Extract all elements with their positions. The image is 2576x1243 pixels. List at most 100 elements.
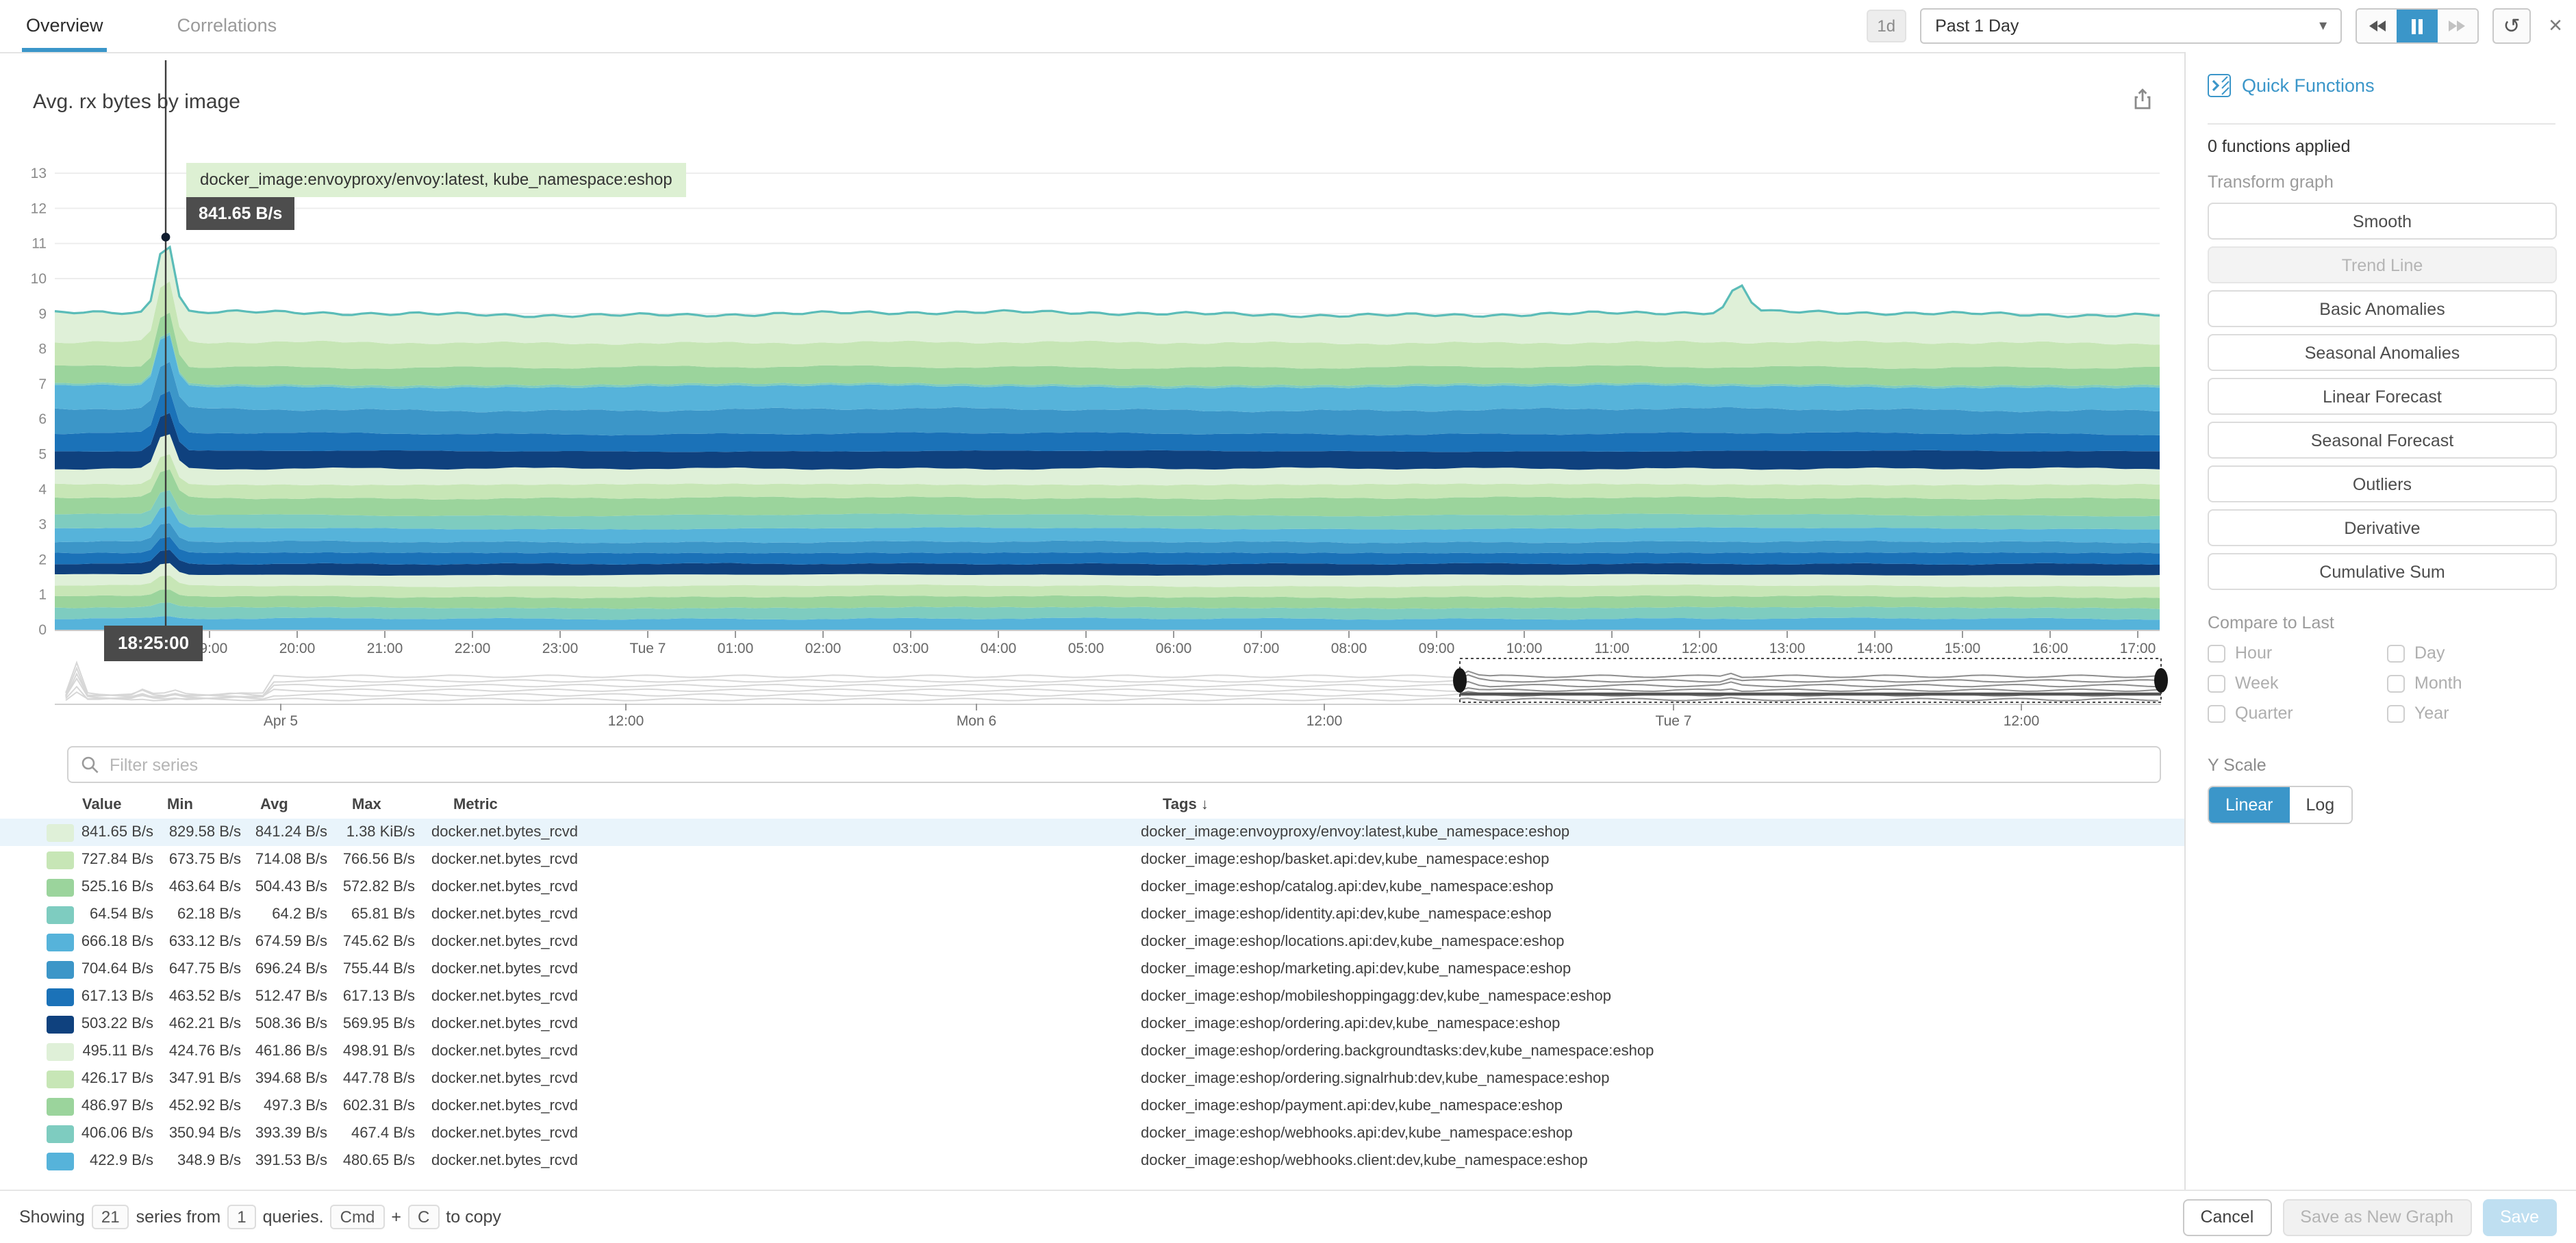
table-row[interactable]: 727.84 B/s673.75 B/s714.08 B/s766.56 B/s…	[0, 846, 2184, 873]
transform-button-smooth[interactable]: Smooth	[2208, 203, 2557, 240]
cell-value: 406.06 B/s	[77, 1125, 156, 1142]
cell-value: 841.65 B/s	[77, 824, 156, 841]
cell-metric: docker.net.bytes_rcvd	[418, 988, 1127, 1005]
queries-label: queries.	[263, 1207, 324, 1227]
compare-checkbox-hour[interactable]: Hour	[2208, 643, 2387, 663]
y-scale-option-linear[interactable]: Linear	[2209, 787, 2290, 823]
footer-bar: Showing 21 series from 1 queries. Cmd + …	[0, 1190, 2576, 1243]
table-row[interactable]: 666.18 B/s633.12 B/s674.59 B/s745.62 B/s…	[0, 928, 2184, 956]
app-root: Overview Correlations 1d Past 1 Day ▾ ↺ …	[0, 0, 2576, 1243]
time-range-dropdown[interactable]: Past 1 Day ▾	[1920, 8, 2342, 44]
quick-functions-sidebar: Quick Functions 0 functions applied Tran…	[2184, 52, 2576, 1190]
refresh-button[interactable]: ↺	[2492, 8, 2531, 44]
hover-tooltip-value: 841.65 B/s	[186, 197, 294, 230]
y-scale-option-log[interactable]: Log	[2290, 787, 2351, 823]
transform-button-linear-forecast[interactable]: Linear Forecast	[2208, 378, 2557, 415]
transform-button-cumulative-sum[interactable]: Cumulative Sum	[2208, 553, 2557, 590]
y-axis-tick-label: 5	[38, 447, 47, 463]
transform-button-outliers[interactable]: Outliers	[2208, 465, 2557, 502]
hover-time-badge: 18:25:00	[104, 626, 203, 661]
rewind-button[interactable]	[2357, 10, 2397, 42]
minimap-tick-label: Apr 5	[264, 713, 298, 729]
column-header-avg[interactable]: Avg	[255, 797, 346, 813]
table-row[interactable]: 495.11 B/s424.76 B/s461.86 B/s498.91 B/s…	[0, 1038, 2184, 1065]
cell-value: 426.17 B/s	[77, 1071, 156, 1087]
cell-value: 666.18 B/s	[77, 934, 156, 950]
cell-tags: docker_image:eshop/mobileshoppingagg:dev…	[1127, 988, 2184, 1005]
column-header-max[interactable]: Max	[346, 797, 440, 813]
table-header-row: ValueMinAvgMaxMetricTags ↓	[0, 791, 2184, 819]
table-row[interactable]: 704.64 B/s647.75 B/s696.24 B/s755.44 B/s…	[0, 956, 2184, 983]
table-row[interactable]: 406.06 B/s350.94 B/s393.39 B/s467.4 B/sd…	[0, 1120, 2184, 1147]
y-axis-tick-label: 2	[38, 552, 47, 567]
compare-checkbox-year[interactable]: Year	[2387, 704, 2557, 723]
table-row[interactable]: 617.13 B/s463.52 B/s512.47 B/s617.13 B/s…	[0, 983, 2184, 1010]
forward-button[interactable]	[2437, 10, 2477, 42]
table-row[interactable]: 422.9 B/s348.9 B/s391.53 B/s480.65 B/sdo…	[0, 1147, 2184, 1170]
series-color-swatch	[47, 960, 74, 978]
tab-correlations[interactable]: Correlations	[177, 0, 277, 52]
timeline-minimap[interactable]: Apr 512:00Mon 612:00Tue 712:00	[0, 654, 2184, 739]
y-axis-tick-label: 3	[38, 517, 47, 533]
close-icon[interactable]: ×	[2545, 12, 2566, 40]
cell-max: 447.78 B/s	[330, 1071, 418, 1087]
y-axis-tick-label: 9	[38, 306, 47, 322]
table-row[interactable]: 64.54 B/s62.18 B/s64.2 B/s65.81 B/sdocke…	[0, 901, 2184, 928]
cell-value: 704.64 B/s	[77, 961, 156, 977]
table-row[interactable]: 841.65 B/s829.58 B/s841.24 B/s1.38 KiB/s…	[0, 819, 2184, 846]
showing-label: Showing	[19, 1207, 85, 1227]
cell-tags: docker_image:eshop/ordering.api:dev,kube…	[1127, 1016, 2184, 1032]
cell-metric: docker.net.bytes_rcvd	[418, 1153, 1127, 1169]
column-header-metric[interactable]: Metric	[440, 797, 1149, 813]
plus-label: +	[391, 1207, 401, 1227]
series-color-swatch	[47, 1125, 74, 1142]
cell-min: 829.58 B/s	[156, 824, 244, 841]
cancel-button[interactable]: Cancel	[2182, 1199, 2271, 1235]
cell-value: 495.11 B/s	[77, 1043, 156, 1060]
cell-max: 572.82 B/s	[330, 879, 418, 895]
compare-checkbox-month[interactable]: Month	[2387, 674, 2557, 693]
compare-checkbox-week[interactable]: Week	[2208, 674, 2387, 693]
cell-tags: docker_image:eshop/identity.api:dev,kube…	[1127, 906, 2184, 923]
cell-metric: docker.net.bytes_rcvd	[418, 1125, 1127, 1142]
cell-min: 462.21 B/s	[156, 1016, 244, 1032]
column-header-tags[interactable]: Tags ↓	[1149, 797, 2184, 813]
pause-icon	[2410, 18, 2424, 34]
pause-button[interactable]	[2397, 10, 2438, 42]
tab-overview[interactable]: Overview	[26, 0, 103, 52]
cell-min: 463.52 B/s	[156, 988, 244, 1005]
table-row[interactable]: 486.97 B/s452.92 B/s497.3 B/s602.31 B/sd…	[0, 1092, 2184, 1120]
compare-options: HourDayWeekMonthQuarterYear	[2208, 643, 2557, 723]
cell-max: 480.65 B/s	[330, 1153, 418, 1169]
brush-handle-right[interactable]	[2154, 668, 2168, 693]
checkbox-icon	[2387, 644, 2405, 662]
column-header-min[interactable]: Min	[162, 797, 255, 813]
interval-badge: 1d	[1866, 10, 1906, 42]
cell-avg: 512.47 B/s	[244, 988, 330, 1005]
transform-button-seasonal-forecast[interactable]: Seasonal Forecast	[2208, 422, 2557, 459]
table-row[interactable]: 503.22 B/s462.21 B/s508.36 B/s569.95 B/s…	[0, 1010, 2184, 1038]
compare-checkbox-day[interactable]: Day	[2387, 643, 2557, 663]
transform-button-derivative[interactable]: Derivative	[2208, 509, 2557, 546]
compare-checkbox-quarter[interactable]: Quarter	[2208, 704, 2387, 723]
column-header-value[interactable]: Value	[77, 797, 162, 813]
cell-avg: 393.39 B/s	[244, 1125, 330, 1142]
cell-avg: 391.53 B/s	[244, 1153, 330, 1169]
tab-overview-label: Overview	[26, 15, 103, 36]
filter-series-input[interactable]	[67, 746, 2161, 783]
save-button[interactable]: Save	[2482, 1199, 2557, 1235]
quick-functions-header[interactable]: Quick Functions	[2208, 74, 2375, 97]
table-row[interactable]: 525.16 B/s463.64 B/s504.43 B/s572.82 B/s…	[0, 873, 2184, 901]
series-color-swatch	[47, 906, 74, 923]
filter-series-wrap	[67, 746, 2161, 783]
series-color-swatch	[47, 988, 74, 1005]
table-row[interactable]: 426.17 B/s347.91 B/s394.68 B/s447.78 B/s…	[0, 1065, 2184, 1092]
transform-button-seasonal-anomalies[interactable]: Seasonal Anomalies	[2208, 334, 2557, 371]
cell-avg: 714.08 B/s	[244, 851, 330, 868]
cell-min: 647.75 B/s	[156, 961, 244, 977]
timeseries-chart[interactable]: 01234567891011121319:0020:0021:0022:0023…	[0, 55, 2184, 671]
y-axis-tick-label: 4	[38, 482, 47, 498]
brush-handle-left[interactable]	[1453, 668, 1467, 693]
save-as-new-graph-button[interactable]: Save as New Graph	[2282, 1199, 2471, 1235]
transform-button-basic-anomalies[interactable]: Basic Anomalies	[2208, 290, 2557, 327]
